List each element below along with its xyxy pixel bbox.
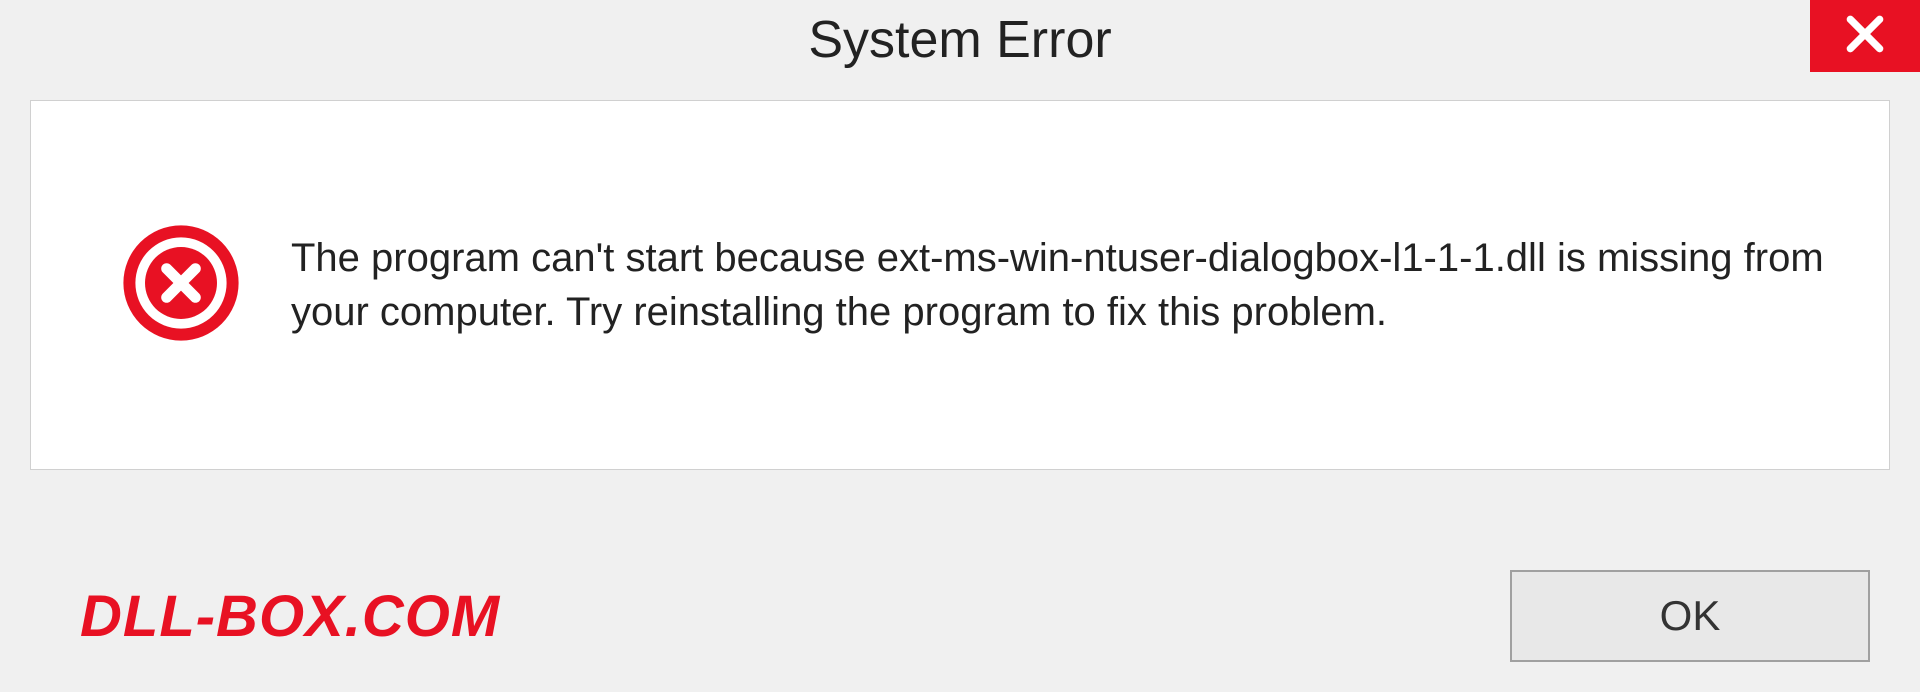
error-message: The program can't start because ext-ms-w… [291, 231, 1829, 339]
titlebar: System Error [0, 0, 1920, 90]
error-icon [121, 223, 241, 348]
brand-watermark: DLL-BOX.COM [80, 583, 500, 650]
dialog-content: The program can't start because ext-ms-w… [30, 100, 1890, 470]
ok-button-label: OK [1660, 592, 1721, 640]
footer: DLL-BOX.COM OK [30, 570, 1890, 662]
window-title: System Error [808, 10, 1111, 70]
ok-button[interactable]: OK [1510, 570, 1870, 662]
close-button[interactable] [1810, 0, 1920, 72]
close-icon [1843, 12, 1887, 61]
